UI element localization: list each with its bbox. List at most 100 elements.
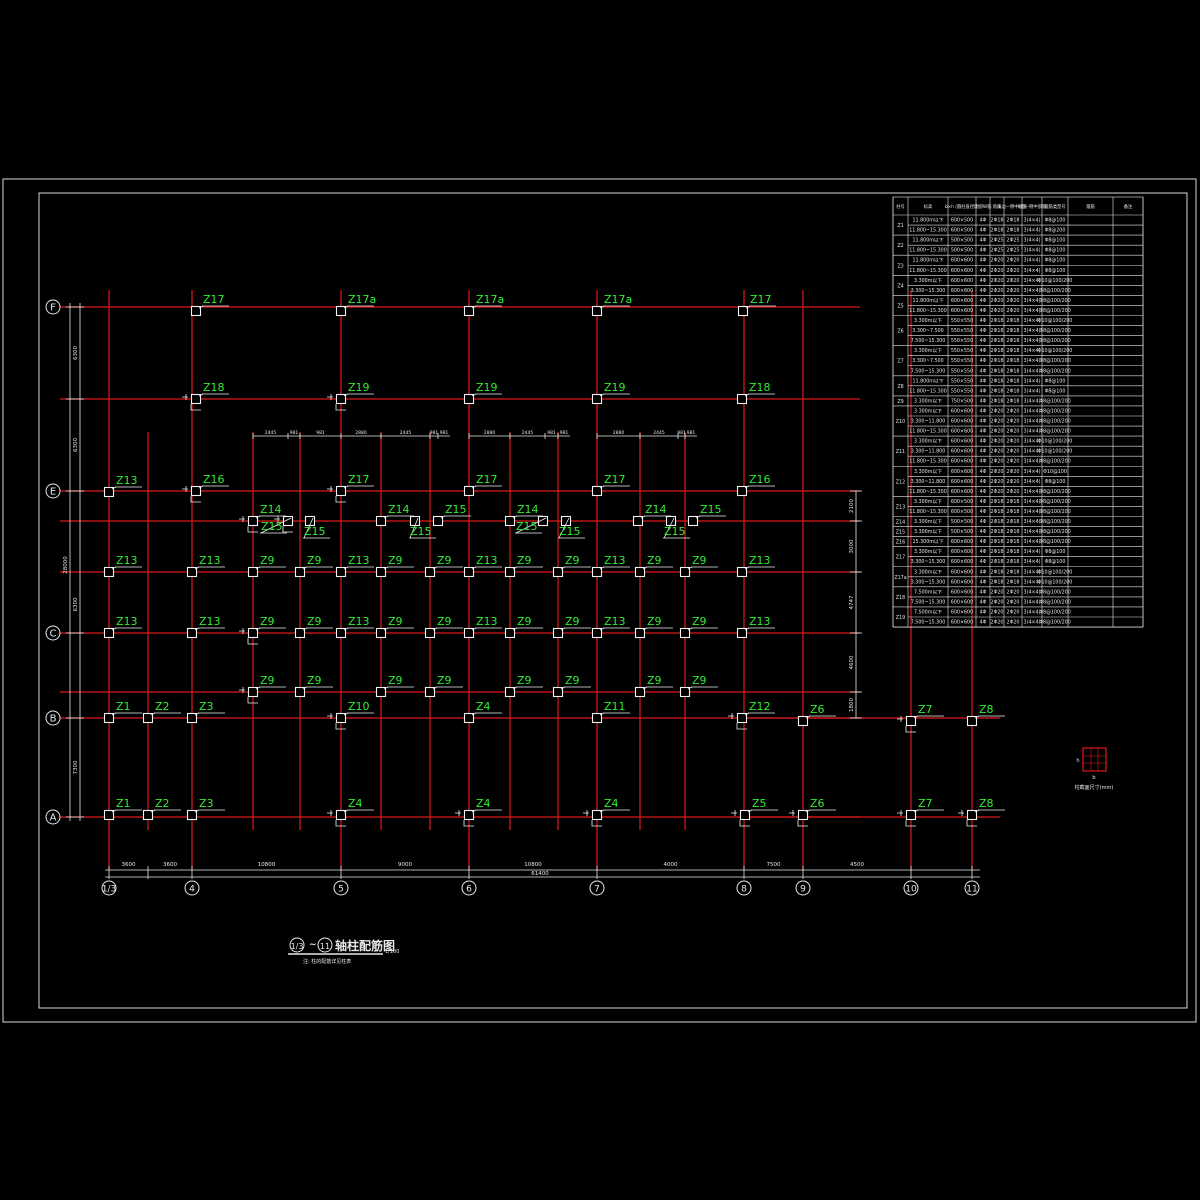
column-label: Z17 — [203, 293, 225, 306]
table-cell: 3(4×4) — [1024, 529, 1041, 535]
table-cell: 2Φ18 — [1007, 368, 1020, 374]
table-cell: 2Φ18 — [991, 519, 1004, 525]
table-cell: 2Φ18 — [991, 218, 1004, 224]
table-cell: 2Φ20 — [1007, 258, 1020, 264]
table-column-id: Z3 — [897, 263, 903, 269]
column-label: Z9 — [307, 554, 322, 567]
table-cell: 4Φ — [980, 499, 987, 505]
table-cell: 3.300~11.800 — [911, 449, 946, 455]
column-label: Z9 — [692, 615, 707, 628]
column-label: Z9 — [260, 554, 275, 567]
table-cell: 3(4×4) — [1024, 328, 1041, 334]
top-dim-text: 2445 — [522, 430, 534, 436]
column-label: Z14 — [260, 503, 282, 516]
table-cell: 3(4×4) — [1024, 268, 1041, 274]
top-dim-text: 981 — [316, 430, 325, 436]
table-header-cell: 备注 — [1124, 203, 1133, 210]
table-cell: Φ8@100 — [1045, 549, 1066, 555]
bottom-dim-text: 4000 — [664, 862, 678, 868]
bottom-dim-text: 10800 — [524, 862, 542, 868]
column-label: Z16 — [749, 473, 771, 486]
table-cell: Φ10@100/200 — [1038, 569, 1073, 575]
column-label: Z13 — [749, 554, 771, 567]
table-cell: 3(4×4) — [1024, 479, 1041, 485]
table-cell: 3(4×4) — [1024, 489, 1041, 495]
column-label: Z18 — [203, 381, 225, 394]
column-label: Z13 — [116, 474, 138, 487]
table-cell: 3(4×4) — [1024, 419, 1041, 425]
right-dim-text: 3000 — [849, 539, 855, 553]
column-layout-drawing: 3600 3600 10800 9000 10800 4000 7500 4500 61400 6… — [2, 178, 1197, 1023]
table-cell: 3.300~15.300 — [911, 559, 946, 565]
table-cell: 2Φ18 — [991, 549, 1004, 555]
table-cell: 11.800~15.300 — [909, 489, 947, 495]
table-cell: 3.300m以下 — [914, 569, 942, 575]
table-cell: 2Φ20 — [1007, 308, 1020, 314]
table-cell: Φ10@100/200 — [1038, 318, 1073, 324]
table-cell: 2Φ20 — [991, 258, 1004, 264]
column-label: Z8 — [979, 797, 994, 810]
table-cell: 2Φ18 — [991, 378, 1004, 384]
table-column-id: Z17a — [894, 575, 906, 581]
table-cell: 3(4×4) — [1024, 358, 1041, 364]
top-dim-text: 981 — [560, 430, 569, 436]
table-cell: 2Φ18 — [991, 579, 1004, 585]
table-cell: 11.800~15.300 — [909, 429, 947, 435]
table-cell: 2Φ18 — [991, 348, 1004, 354]
table-cell: 2Φ20 — [1007, 489, 1020, 495]
table-cell: 11.800~15.300 — [909, 248, 947, 254]
column-label: Z9 — [647, 554, 662, 567]
col-axis-label: 5 — [338, 885, 344, 895]
section-legend: b h 柱截面尺寸(mm) — [1075, 747, 1114, 791]
table-cell: 3(4×4) — [1024, 378, 1041, 384]
section-legend-caption: 柱截面尺寸(mm) — [1075, 784, 1114, 791]
column-label: Z18 — [749, 381, 771, 394]
col-axis-label: 11 — [966, 885, 977, 895]
top-dim-text: 981 — [687, 430, 696, 436]
table-cell: 4Φ — [980, 378, 987, 384]
table-header-cell: 全部纵筋 — [974, 203, 992, 210]
table-cell: 4Φ — [980, 569, 987, 575]
column-label: Z9 — [260, 615, 275, 628]
table-cell: 600×600 — [951, 559, 973, 565]
column-label: Z5 — [752, 797, 767, 810]
table-cell: Φ8@100 — [1045, 388, 1066, 394]
row-axis-label: E — [50, 487, 56, 498]
table-cell: 7.500~15.300 — [911, 368, 946, 374]
column-label: Z6 — [810, 797, 825, 810]
table-cell: 2Φ20 — [1007, 419, 1020, 425]
table-cell: 3(4×4) — [1024, 408, 1041, 414]
table-cell: 2Φ20 — [991, 479, 1004, 485]
table-cell: 600×600 — [951, 549, 973, 555]
column-label: Z11 — [604, 700, 626, 713]
table-cell: 7.500~15.300 — [911, 338, 946, 344]
table-cell: 3(4×4) — [1024, 228, 1041, 234]
table-cell: 3(4×4) — [1024, 559, 1041, 565]
left-dim-text: 6300 — [73, 438, 79, 452]
table-cell: 4Φ — [980, 348, 987, 354]
column-label: Z7 — [918, 703, 933, 716]
right-dim-text: 1800 — [849, 698, 855, 712]
table-cell: 2Φ18 — [1007, 519, 1020, 525]
column-label: Z15 — [516, 520, 538, 533]
table-cell: 2Φ18 — [991, 228, 1004, 234]
table-column-id: Z14 — [896, 520, 905, 526]
table-cell: 4Φ — [980, 258, 987, 264]
table-cell: 600×600 — [951, 288, 973, 294]
table-cell: 600×600 — [951, 469, 973, 475]
table-cell: 3(4×4) — [1024, 429, 1041, 435]
table-cell: 4Φ — [980, 549, 987, 555]
col-axis-label: 1/3 — [102, 885, 116, 895]
table-cell: 2Φ18 — [991, 509, 1004, 515]
table-cell: 3.300~7.500 — [912, 328, 943, 334]
table-cell: Φ8@100/200 — [1039, 459, 1071, 465]
table-cell: 4Φ — [980, 318, 987, 324]
table-cell: 2Φ20 — [991, 408, 1004, 414]
table-cell: Φ8@100/200 — [1039, 499, 1071, 505]
table-cell: 3.300m以下 — [914, 408, 942, 414]
table-cell: 4Φ — [980, 278, 987, 284]
table-cell: 600×600 — [951, 308, 973, 314]
table-cell: 3(4×4) — [1024, 549, 1041, 555]
table-cell: Φ8@100/200 — [1039, 358, 1071, 364]
table-cell: 7.500m以下 — [914, 609, 942, 615]
